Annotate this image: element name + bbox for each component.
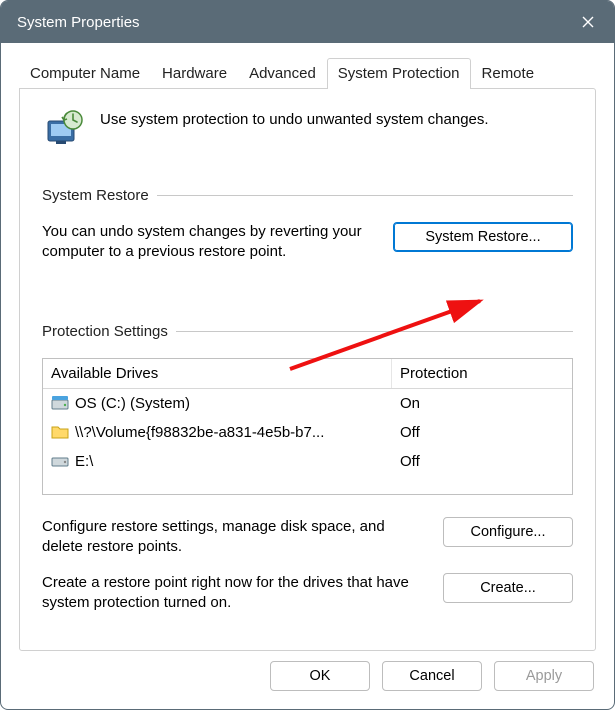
drive-protection: Off [392, 418, 572, 447]
group-protection-settings-text: Protection Settings [42, 323, 168, 340]
client-area: Computer Name Hardware Advanced System P… [1, 43, 614, 709]
cancel-button-label: Cancel [409, 668, 454, 684]
table-row[interactable]: OS (C:) (System) On [43, 389, 572, 418]
drive-protection: Off [392, 447, 572, 476]
ok-button[interactable]: OK [270, 661, 370, 691]
drive-protection: On [392, 389, 572, 418]
group-system-restore-text: System Restore [42, 187, 149, 204]
system-restore-button[interactable]: System Restore... [393, 222, 573, 252]
system-restore-row: You can undo system changes by reverting… [42, 222, 573, 263]
dialog-button-row: OK Cancel Apply [9, 651, 606, 701]
group-system-restore-label: System Restore [42, 187, 573, 204]
tab-remote[interactable]: Remote [471, 58, 546, 89]
apply-button-label: Apply [526, 668, 562, 684]
titlebar: System Properties [1, 1, 614, 43]
drive-icon [51, 453, 69, 469]
table-row[interactable]: \\?\Volume{f98832be-a831-4e5b-b7... Off [43, 418, 572, 447]
create-text: Create a restore point right now for the… [42, 573, 423, 614]
system-properties-window: System Properties Computer Name Hardware… [0, 0, 615, 710]
close-icon [581, 15, 595, 29]
drive-name: OS (C:) (System) [75, 395, 190, 412]
col-header-protection[interactable]: Protection [392, 359, 572, 388]
tabstrip: Computer Name Hardware Advanced System P… [9, 51, 606, 88]
system-restore-text: You can undo system changes by reverting… [42, 222, 373, 263]
tab-computer-name[interactable]: Computer Name [19, 58, 151, 89]
tabpage-system-protection: Use system protection to undo unwanted s… [19, 88, 596, 651]
drives-table-header: Available Drives Protection [43, 359, 572, 389]
os-drive-icon [51, 395, 69, 411]
table-row[interactable]: E:\ Off [43, 447, 572, 476]
system-protection-icon [42, 107, 86, 151]
configure-row: Configure restore settings, manage disk … [42, 517, 573, 558]
table-padding [43, 476, 572, 494]
folder-icon [51, 424, 69, 440]
ok-button-label: OK [310, 668, 331, 684]
create-button[interactable]: Create... [443, 573, 573, 603]
system-restore-button-label: System Restore... [425, 229, 540, 245]
drives-table-body: OS (C:) (System) On \\?\Volume{f98832be-… [43, 389, 572, 494]
drive-name: \\?\Volume{f98832be-a831-4e5b-b7... [75, 424, 324, 441]
group-protection-settings-label: Protection Settings [42, 323, 573, 340]
divider [157, 195, 573, 196]
tab-hardware[interactable]: Hardware [151, 58, 238, 89]
cancel-button[interactable]: Cancel [382, 661, 482, 691]
drive-name: E:\ [75, 453, 93, 470]
drives-table[interactable]: Available Drives Protection OS (C:) (Sys… [42, 358, 573, 495]
create-row: Create a restore point right now for the… [42, 573, 573, 614]
intro-text: Use system protection to undo unwanted s… [100, 107, 489, 128]
divider [176, 331, 573, 332]
col-header-drives[interactable]: Available Drives [43, 359, 392, 388]
create-button-label: Create... [480, 580, 536, 596]
apply-button[interactable]: Apply [494, 661, 594, 691]
tab-advanced[interactable]: Advanced [238, 58, 327, 89]
configure-text: Configure restore settings, manage disk … [42, 517, 423, 558]
intro-row: Use system protection to undo unwanted s… [42, 107, 573, 151]
configure-button[interactable]: Configure... [443, 517, 573, 547]
close-button[interactable] [562, 1, 614, 43]
tab-system-protection[interactable]: System Protection [327, 58, 471, 89]
configure-button-label: Configure... [471, 524, 546, 540]
window-title: System Properties [17, 14, 562, 31]
